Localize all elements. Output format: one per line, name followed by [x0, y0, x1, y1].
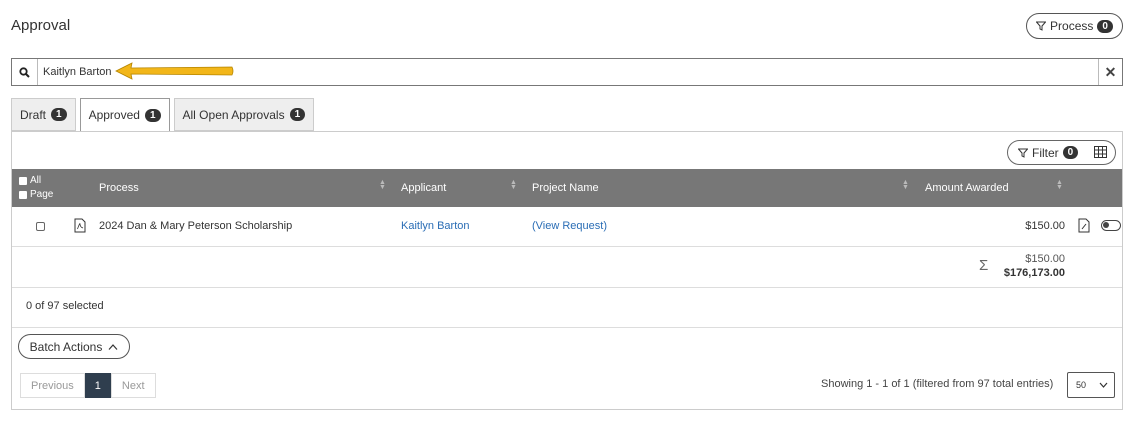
tab-all-open-approvals[interactable]: All Open Approvals 1 — [173, 98, 315, 131]
selection-count: 0 of 97 selected — [26, 300, 104, 312]
approval-tabs: Draft 1 Approved 1 All Open Approvals 1 — [11, 98, 318, 132]
pdf-file-icon[interactable] — [74, 218, 86, 233]
row-view-request-link[interactable]: (View Request) — [532, 220, 607, 232]
sort-project-name-icon[interactable]: ▲ ▼ — [902, 179, 909, 191]
select-all-box[interactable] — [19, 176, 27, 185]
grand-total-value: $176,173.00 — [1003, 267, 1065, 279]
chevron-up-icon — [108, 343, 118, 350]
entries-info: Showing 1 - 1 of 1 (filtered from 97 tot… — [821, 378, 1054, 390]
filter-button[interactable]: Filter 0 — [1007, 140, 1116, 165]
chevron-down-icon — [1099, 382, 1108, 388]
select-page-label: Page — [30, 189, 54, 200]
subtotal-value: $150.00 — [1025, 253, 1065, 265]
page-size-value: 50 — [1076, 380, 1087, 390]
select-page-checkbox[interactable]: Page — [19, 189, 53, 200]
column-grid-icon[interactable] — [1094, 146, 1107, 158]
tab-all-open-label: All Open Approvals — [182, 107, 285, 122]
approvals-panel: Filter 0 All Page Process ▲ ▼ Applicant ▲… — [11, 131, 1123, 410]
sort-process-icon[interactable]: ▲ ▼ — [379, 179, 386, 191]
filter-funnel-icon — [1018, 148, 1028, 158]
page-1-button[interactable]: 1 — [84, 373, 111, 398]
clear-search-icon[interactable]: ✕ — [1098, 59, 1122, 85]
next-page-button[interactable]: Next — [110, 373, 156, 398]
page-title: Approval — [11, 17, 71, 34]
select-all-label: All — [30, 175, 42, 186]
tab-approved-count: 1 — [144, 108, 161, 122]
tab-draft[interactable]: Draft 1 — [11, 98, 76, 131]
filter-count-badge: 0 — [1062, 146, 1079, 159]
totals-row: Σ $150.00 $176,173.00 — [12, 247, 1122, 288]
previous-page-button[interactable]: Previous — [20, 373, 85, 398]
process-button[interactable]: Process 0 — [1026, 13, 1123, 39]
page-size-select[interactable]: 50 — [1067, 372, 1115, 398]
tab-draft-count: 1 — [51, 108, 67, 121]
sum-sigma-icon: Σ — [979, 257, 989, 274]
select-page-box[interactable] — [19, 190, 27, 199]
batch-actions-button[interactable]: Batch Actions — [18, 334, 130, 359]
row-process: 2024 Dan & Mary Peterson Scholarship — [99, 220, 293, 232]
sort-applicant-icon[interactable]: ▲ ▼ — [510, 179, 517, 191]
filter-funnel-icon — [1036, 21, 1047, 31]
row-applicant-link[interactable]: Kaitlyn Barton — [401, 220, 469, 232]
row-toggle[interactable] — [1101, 220, 1121, 231]
pagination: Previous 1 Next — [20, 373, 156, 398]
search-icon — [12, 59, 38, 85]
toggle-knob — [1103, 222, 1109, 228]
header-process[interactable]: Process — [99, 182, 139, 194]
header-project-name[interactable]: Project Name — [532, 182, 599, 194]
annotation-arrow-icon — [115, 62, 234, 80]
tab-approved-label: Approved — [88, 108, 140, 122]
row-amount-awarded: $150.00 — [1025, 220, 1065, 232]
process-count-badge: 0 — [1097, 19, 1113, 33]
table-row: 2024 Dan & Mary Peterson Scholarship Kai… — [12, 207, 1122, 247]
select-all-checkbox[interactable]: All — [19, 175, 41, 186]
header-applicant[interactable]: Applicant — [401, 182, 446, 194]
tab-draft-label: Draft — [20, 107, 47, 122]
tab-all-open-count: 1 — [289, 108, 306, 121]
batch-actions-label: Batch Actions — [29, 339, 103, 354]
divider — [12, 327, 1122, 328]
edit-document-icon[interactable] — [1078, 218, 1090, 233]
process-button-label: Process — [1050, 19, 1094, 33]
tab-approved[interactable]: Approved 1 — [79, 98, 170, 132]
header-amount-awarded[interactable]: Amount Awarded — [925, 182, 1009, 194]
table-header: All Page Process ▲ ▼ Applicant ▲ ▼ Project… — [12, 169, 1122, 207]
filter-button-label: Filter — [1032, 145, 1059, 160]
sort-amount-icon[interactable]: ▲ ▼ — [1056, 179, 1063, 191]
row-checkbox[interactable] — [36, 222, 45, 231]
